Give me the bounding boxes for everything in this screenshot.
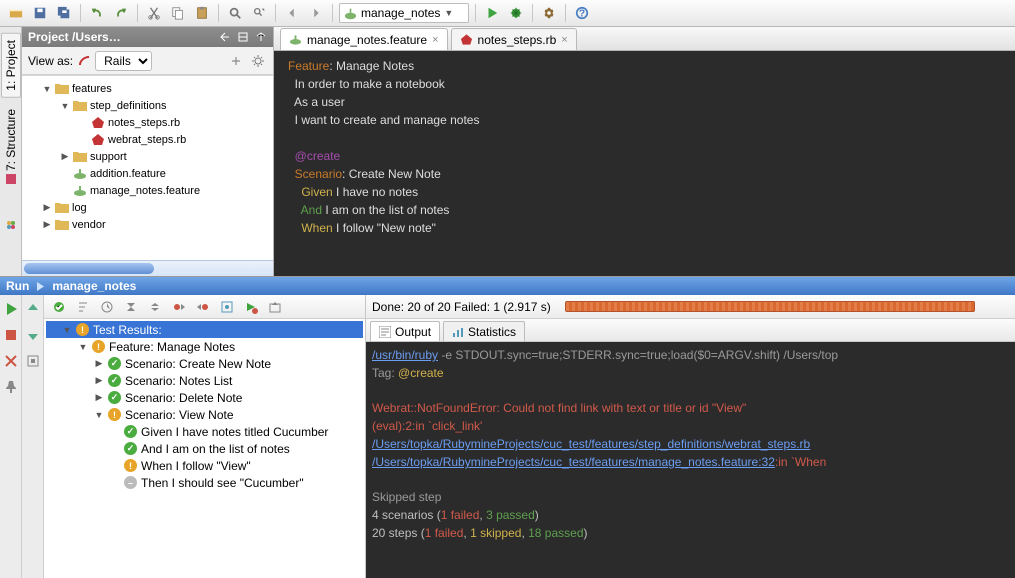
close-icon[interactable]: × (432, 34, 438, 46)
up-icon[interactable] (25, 301, 41, 317)
run-title: manage_notes (52, 279, 136, 293)
autoscroll-icon[interactable] (227, 52, 245, 70)
tree-file-addition[interactable]: addition.feature (24, 165, 271, 182)
test-scenario-view[interactable]: ▼!Scenario: View Note (46, 406, 363, 423)
hide-icon[interactable] (255, 31, 267, 43)
run-title-bar: Run manage_notes (0, 277, 1015, 295)
hide-passed-icon[interactable] (50, 298, 68, 316)
stop-icon[interactable] (3, 327, 19, 343)
replace-icon[interactable] (249, 3, 269, 23)
forward-icon[interactable] (306, 3, 326, 23)
back-icon[interactable] (282, 3, 302, 23)
test-step[interactable]: –Then I should see "Cucumber" (46, 474, 363, 491)
redo-icon[interactable] (111, 3, 131, 23)
tree-folder-vendor[interactable]: ▶vendor (24, 216, 271, 233)
undo-icon[interactable] (87, 3, 107, 23)
close-icon[interactable]: × (561, 34, 567, 46)
run-config-label: manage_notes (361, 6, 440, 20)
code-editor[interactable]: Feature: Manage Notes In order to make a… (274, 51, 1015, 276)
settings-icon[interactable] (539, 3, 559, 23)
horizontal-scrollbar[interactable] (22, 260, 273, 276)
test-scenario-delete[interactable]: ▶✓Scenario: Delete Note (46, 389, 363, 406)
tab-manage-notes-feature[interactable]: manage_notes.feature× (280, 28, 448, 50)
project-header: Project /Users… (22, 27, 273, 47)
copy-icon[interactable] (168, 3, 188, 23)
test-step[interactable]: ✓Given I have notes titled Cucumber (46, 423, 363, 440)
editor-tabs: manage_notes.feature× notes_steps.rb× (274, 27, 1015, 51)
export-results-icon[interactable] (266, 298, 284, 316)
rails-icon (77, 54, 91, 68)
test-step-failed[interactable]: !When I follow "View" (46, 457, 363, 474)
results-summary: Done: 20 of 20 Failed: 1 (2.917 s) (372, 300, 551, 314)
project-panel: Project /Users… View as: Rails ▼features… (22, 27, 274, 276)
tree-folder-features[interactable]: ▼features (24, 80, 271, 97)
test-toolbar (44, 295, 365, 319)
view-as-label: View as: (28, 54, 73, 68)
results-summary-row: Done: 20 of 20 Failed: 1 (2.917 s) (366, 295, 1015, 319)
tab-statistics[interactable]: Statistics (443, 321, 525, 341)
editor-area: manage_notes.feature× notes_steps.rb× Fe… (274, 27, 1015, 276)
expand-all-icon[interactable] (122, 298, 140, 316)
view-as-row: View as: Rails (22, 47, 273, 75)
output-tabs: Output Statistics (366, 319, 1015, 342)
track-running-icon[interactable] (98, 298, 116, 316)
svg-text:?: ? (579, 8, 585, 20)
run-panel: Run manage_notes (0, 276, 1015, 578)
tab-misc[interactable] (3, 213, 19, 237)
run-config-select[interactable]: manage_notes ▼ (339, 3, 469, 23)
tree-file-webrat-steps[interactable]: webrat_steps.rb (24, 131, 271, 148)
tab-output[interactable]: Output (370, 321, 440, 341)
tab-notes-steps-rb[interactable]: notes_steps.rb× (451, 28, 577, 50)
next-failed-icon[interactable] (194, 298, 212, 316)
tab-project[interactable]: 1: Project (1, 33, 21, 98)
tree-file-manage-notes[interactable]: manage_notes.feature (24, 182, 271, 199)
console-output[interactable]: /usr/bin/ruby -e STDOUT.sync=true;STDERR… (366, 342, 1015, 578)
rerun-failed-icon[interactable] (242, 298, 260, 316)
run-icon[interactable] (482, 3, 502, 23)
test-scenario-create[interactable]: ▶✓Scenario: Create New Note (46, 355, 363, 372)
dropdown-icon: ▼ (444, 8, 453, 18)
scroll-from-source-icon[interactable] (219, 31, 231, 43)
sort-icon[interactable] (74, 298, 92, 316)
down-icon[interactable] (25, 327, 41, 343)
left-tool-tabs: 1: Project 7: Structure (0, 27, 22, 276)
save-icon[interactable] (30, 3, 50, 23)
paste-icon[interactable] (192, 3, 212, 23)
help-icon[interactable]: ? (572, 3, 592, 23)
gear-icon[interactable] (249, 52, 267, 70)
project-title: Project /Users… (28, 30, 121, 44)
close-icon[interactable] (3, 353, 19, 369)
run-left-gutter (0, 295, 22, 578)
pin-icon[interactable] (3, 379, 19, 395)
save-all-icon[interactable] (54, 3, 74, 23)
run-arrow-icon (35, 281, 46, 292)
select-first-failed-icon[interactable] (218, 298, 236, 316)
progress-bar (565, 301, 975, 312)
run-mid-gutter (22, 295, 44, 578)
prev-failed-icon[interactable] (170, 298, 188, 316)
collapse-all-icon[interactable] (237, 31, 249, 43)
rerun-icon[interactable] (3, 301, 19, 317)
main-toolbar: manage_notes ▼ ? (0, 0, 1015, 27)
view-as-select[interactable]: Rails (95, 51, 152, 71)
tree-folder-stepdefs[interactable]: ▼step_definitions (24, 97, 271, 114)
test-root[interactable]: ▼!Test Results: (46, 321, 363, 338)
debug-icon[interactable] (506, 3, 526, 23)
tree-folder-log[interactable]: ▶log (24, 199, 271, 216)
test-step[interactable]: ✓And I am on the list of notes (46, 440, 363, 457)
tab-structure[interactable]: 7: Structure (1, 102, 21, 191)
open-icon[interactable] (6, 3, 26, 23)
project-tree[interactable]: ▼features ▼step_definitions notes_steps.… (22, 75, 273, 260)
collapse-all-icon[interactable] (146, 298, 164, 316)
structure-icon (6, 174, 16, 184)
tree-folder-support[interactable]: ▶support (24, 148, 271, 165)
tree-file-notes-steps[interactable]: notes_steps.rb (24, 114, 271, 131)
test-scenario-list[interactable]: ▶✓Scenario: Notes List (46, 372, 363, 389)
export-icon[interactable] (25, 353, 41, 369)
find-icon[interactable] (225, 3, 245, 23)
cut-icon[interactable] (144, 3, 164, 23)
test-tree[interactable]: ▼!Test Results: ▼!Feature: Manage Notes … (44, 319, 366, 578)
test-feature[interactable]: ▼!Feature: Manage Notes (46, 338, 363, 355)
